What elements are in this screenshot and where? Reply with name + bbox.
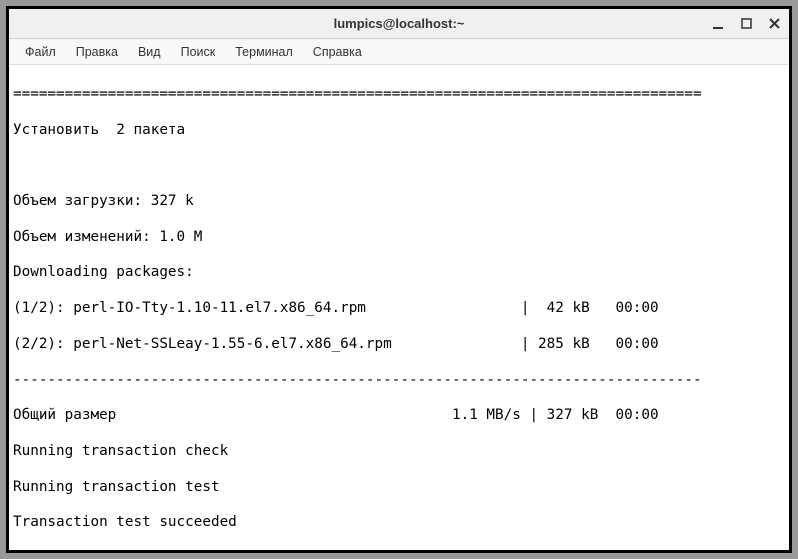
downloading-label: Downloading packages: bbox=[13, 264, 785, 282]
transaction-check: Running transaction check bbox=[13, 443, 785, 461]
maximize-button[interactable] bbox=[739, 17, 753, 31]
install-summary: Установить 2 пакета bbox=[13, 122, 785, 140]
close-button[interactable] bbox=[767, 17, 781, 31]
change-size: Объем изменений: 1.0 M bbox=[13, 229, 785, 247]
transaction-test: Running transaction test bbox=[13, 479, 785, 497]
blank-line bbox=[13, 157, 785, 175]
titlebar-buttons bbox=[711, 17, 781, 31]
terminal-window: lumpics@localhost:~ Файл Правка Вид Поис… bbox=[6, 6, 792, 553]
menu-file[interactable]: Файл bbox=[17, 42, 64, 62]
close-icon bbox=[769, 18, 780, 29]
menu-help[interactable]: Справка bbox=[305, 42, 370, 62]
menubar: Файл Правка Вид Поиск Терминал Справка bbox=[9, 39, 789, 65]
total-line: Общий размер 1.1 MB/s | 327 kB 00:00 bbox=[13, 407, 785, 425]
titlebar: lumpics@localhost:~ bbox=[9, 9, 789, 39]
package-line: (2/2): perl-Net-SSLeay-1.55-6.el7.x86_64… bbox=[13, 336, 785, 354]
menu-search[interactable]: Поиск bbox=[173, 42, 224, 62]
window-title: lumpics@localhost:~ bbox=[334, 16, 465, 31]
terminal-output[interactable]: ========================================… bbox=[9, 65, 789, 550]
menu-terminal[interactable]: Терминал bbox=[227, 42, 301, 62]
minimize-icon bbox=[712, 18, 724, 30]
dash-line: ----------------------------------------… bbox=[13, 372, 785, 390]
menu-edit[interactable]: Правка bbox=[68, 42, 126, 62]
menu-view[interactable]: Вид bbox=[130, 42, 169, 62]
download-size: Объем загрузки: 327 k bbox=[13, 193, 785, 211]
minimize-button[interactable] bbox=[711, 17, 725, 31]
separator-line: ========================================… bbox=[13, 86, 785, 104]
maximize-icon bbox=[741, 18, 752, 29]
transaction-test-ok: Transaction test succeeded bbox=[13, 514, 785, 532]
package-line: (1/2): perl-IO-Tty-1.10-11.el7.x86_64.rp… bbox=[13, 300, 785, 318]
